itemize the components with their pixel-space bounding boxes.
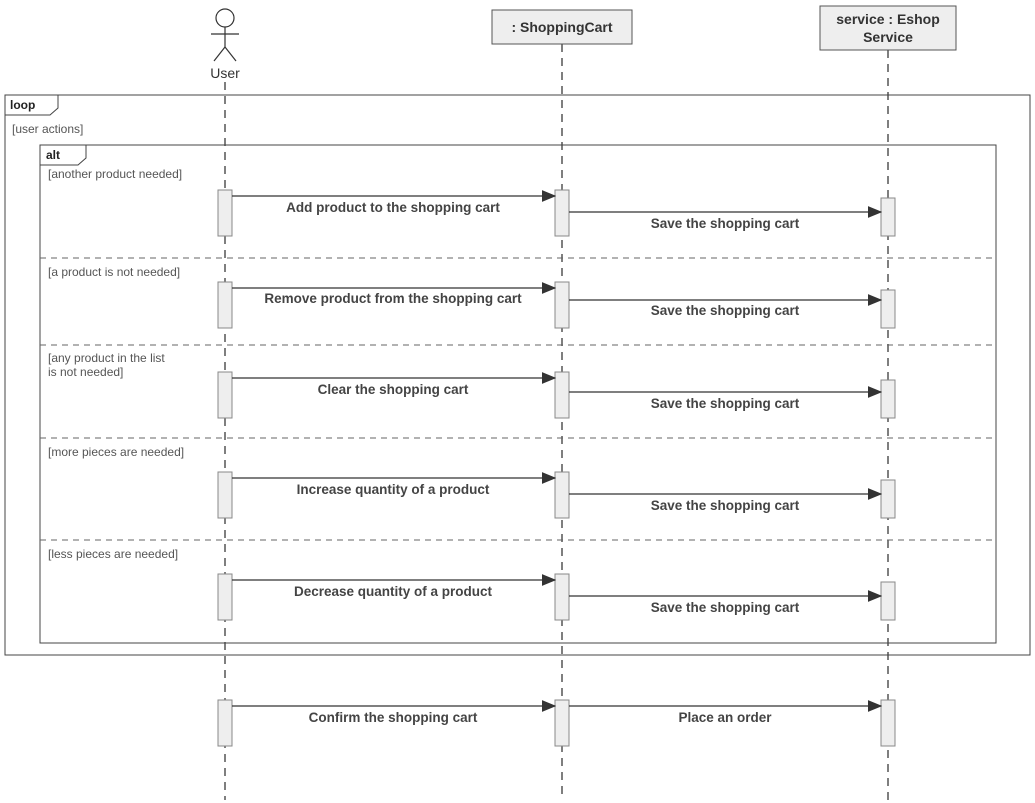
- sequence-diagram: User : ShoppingCart service : Eshop Serv…: [0, 0, 1035, 803]
- activation-cart-2: [555, 282, 569, 328]
- activation-cart-5: [555, 574, 569, 620]
- activation-service-4: [881, 480, 895, 518]
- activation-user-final: [218, 700, 232, 746]
- msg-save-2-label: Save the shopping cart: [651, 303, 800, 318]
- activation-user-5: [218, 574, 232, 620]
- activation-cart-3: [555, 372, 569, 418]
- msg-save-4-label: Save the shopping cart: [651, 498, 800, 513]
- activation-service-3: [881, 380, 895, 418]
- object-service-label-2: Service: [863, 29, 913, 45]
- loop-guard: [user actions]: [12, 122, 83, 136]
- guard-not-needed: [a product is not needed]: [48, 265, 180, 279]
- guard-more-pieces: [more pieces are needed]: [48, 445, 184, 459]
- guard-less-pieces: [less pieces are needed]: [48, 547, 178, 561]
- msg-place-order-label: Place an order: [678, 710, 772, 725]
- actor-user-label: User: [210, 65, 240, 81]
- object-cart-label: : ShoppingCart: [511, 19, 612, 35]
- msg-remove-label: Remove product from the shopping cart: [264, 291, 522, 306]
- activation-user-4: [218, 472, 232, 518]
- object-service-label-1: service : Eshop: [836, 11, 940, 27]
- object-service: service : Eshop Service: [820, 6, 956, 50]
- actor-user: User: [210, 9, 240, 81]
- guard-another-product: [another product needed]: [48, 167, 182, 181]
- guard-any-2: is not needed]: [48, 365, 123, 379]
- activation-service-2: [881, 290, 895, 328]
- loop-label: loop: [10, 98, 35, 112]
- activation-service-final: [881, 700, 895, 746]
- msg-save-1-label: Save the shopping cart: [651, 216, 800, 231]
- msg-save-5-label: Save the shopping cart: [651, 600, 800, 615]
- activation-service-5: [881, 582, 895, 620]
- object-cart: : ShoppingCart: [492, 10, 632, 44]
- msg-save-3-label: Save the shopping cart: [651, 396, 800, 411]
- activation-user-1: [218, 190, 232, 236]
- msg-add-label: Add product to the shopping cart: [286, 200, 500, 215]
- msg-confirm-label: Confirm the shopping cart: [309, 710, 478, 725]
- msg-increase-label: Increase quantity of a product: [297, 482, 490, 497]
- activation-cart-1: [555, 190, 569, 236]
- activation-cart-final: [555, 700, 569, 746]
- alt-frame: alt: [40, 145, 996, 643]
- activation-service-1: [881, 198, 895, 236]
- alt-label: alt: [46, 148, 60, 162]
- activation-user-2: [218, 282, 232, 328]
- msg-decrease-label: Decrease quantity of a product: [294, 584, 493, 599]
- guard-any-1: [any product in the list: [48, 351, 165, 365]
- msg-clear-label: Clear the shopping cart: [318, 382, 469, 397]
- activation-user-3: [218, 372, 232, 418]
- activation-cart-4: [555, 472, 569, 518]
